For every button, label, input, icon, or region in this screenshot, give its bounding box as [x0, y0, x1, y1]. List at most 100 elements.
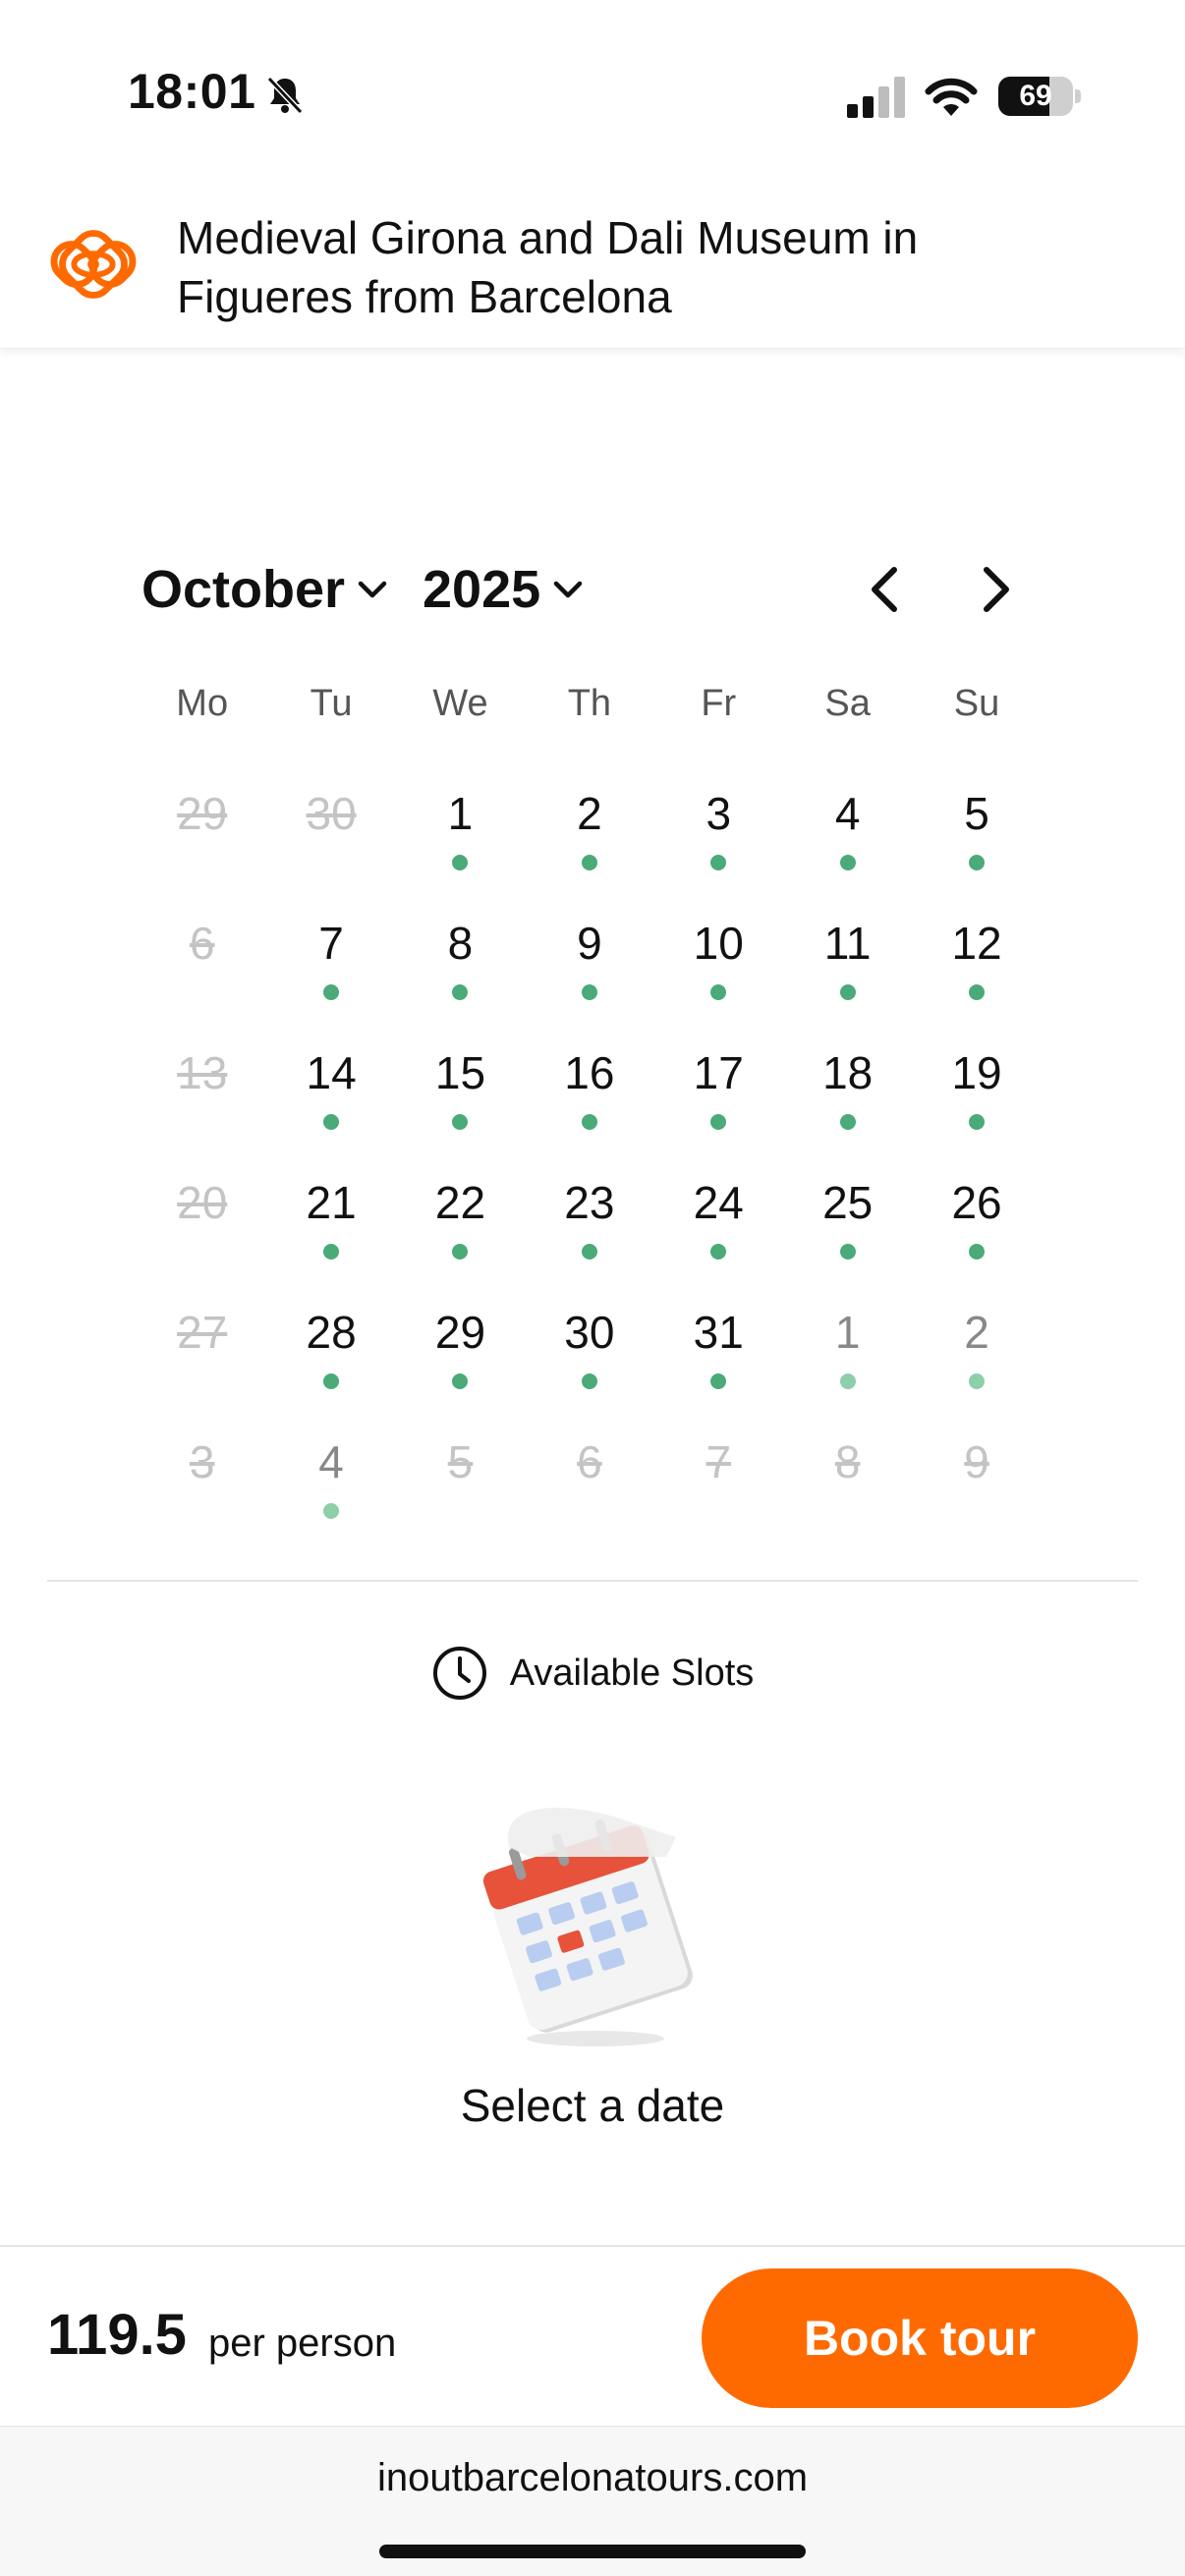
weekday-label: Su [953, 683, 1000, 724]
weekday-label: Th [567, 683, 612, 724]
month-label: October [141, 560, 346, 619]
calendar-day: 9 [912, 1425, 1041, 1554]
calendar-day: 29 [138, 776, 266, 906]
calendar-day: 20 [138, 1165, 266, 1295]
calendar-day[interactable]: 24 [654, 1165, 783, 1295]
calendar-day[interactable]: 8 [396, 906, 525, 1036]
calendar-day[interactable]: 11 [783, 906, 912, 1036]
calendar-day[interactable]: 28 [266, 1295, 395, 1425]
day-number: 26 [951, 1177, 1002, 1228]
calendar-day[interactable]: 15 [396, 1036, 525, 1165]
calendar-day[interactable]: 18 [783, 1036, 912, 1165]
calendar-day[interactable]: 26 [912, 1165, 1041, 1295]
calendar-day[interactable]: 12 [912, 906, 1041, 1036]
day-number: 2 [577, 788, 602, 839]
calendar-day[interactable]: 17 [654, 1036, 783, 1165]
booking-bar: 119.5 per person Book tour [0, 2245, 1185, 2428]
availability-dot [452, 984, 469, 1000]
calendar-day: 27 [138, 1295, 266, 1425]
day-number: 10 [693, 918, 744, 969]
availability-dot [969, 1373, 986, 1389]
year-select[interactable]: 2025 [423, 550, 586, 629]
day-number: 8 [834, 1436, 861, 1487]
availability-dot [710, 855, 727, 870]
calendar-day[interactable]: 31 [654, 1295, 783, 1425]
day-number: 4 [834, 788, 861, 839]
url-text: inoutbarcelonatours.com [376, 2456, 809, 2499]
availability-dot [839, 855, 856, 870]
day-number: 18 [822, 1047, 874, 1098]
day-number: 25 [822, 1177, 874, 1228]
availability-dot [323, 984, 340, 1000]
bell-slash-icon [266, 76, 304, 115]
availability-dot [581, 1114, 597, 1130]
day-number: 20 [177, 1177, 228, 1228]
availability-dot [839, 1244, 856, 1260]
calendar-day[interactable]: 5 [912, 776, 1041, 906]
battery-icon: 69 [998, 77, 1081, 116]
status-time: 18:01 [128, 64, 256, 119]
calendar-day: 30 [266, 776, 395, 906]
calendar-day: 5 [396, 1425, 525, 1554]
calendar-day[interactable]: 3 [654, 776, 783, 906]
calendar-day[interactable]: 29 [396, 1295, 525, 1425]
availability-dot [323, 1373, 340, 1389]
availability-dot [452, 1114, 469, 1130]
calendar-day[interactable]: 1 [396, 776, 525, 906]
calendar-day[interactable]: 21 [266, 1165, 395, 1295]
calendar-day[interactable]: 16 [525, 1036, 653, 1165]
day-number: 7 [318, 918, 344, 969]
calendar-day[interactable]: 4 [266, 1425, 395, 1554]
calendar-day[interactable]: 2 [912, 1295, 1041, 1425]
calendar-day[interactable]: 2 [525, 776, 653, 906]
weekday-header: Mo Tu We Th Fr Sa Su [138, 674, 1042, 733]
calendar-day[interactable]: 19 [912, 1036, 1041, 1165]
day-number: 12 [951, 918, 1002, 969]
availability-dot [452, 855, 469, 870]
home-indicator[interactable] [379, 2545, 806, 2558]
calendar-day[interactable]: 10 [654, 906, 783, 1036]
day-number: 29 [434, 1307, 486, 1358]
previous-month-button[interactable] [857, 560, 916, 619]
status-bar: 18:01 69 [0, 0, 1185, 187]
book-tour-button[interactable]: Book tour [702, 2268, 1138, 2408]
calendar-day[interactable]: 1 [783, 1295, 912, 1425]
calendar-day[interactable]: 4 [783, 776, 912, 906]
next-month-button[interactable] [965, 560, 1024, 619]
calendar-day[interactable]: 25 [783, 1165, 912, 1295]
calendar-day: 13 [138, 1036, 266, 1165]
day-number: 1 [834, 1307, 861, 1358]
day-number: 19 [951, 1047, 1002, 1098]
browser-address-bar[interactable]: inoutbarcelonatours.com [0, 2427, 1185, 2576]
day-number: 31 [693, 1307, 744, 1358]
calendar-day: 3 [138, 1425, 266, 1554]
brand-logo-icon[interactable] [45, 216, 141, 312]
battery-percent: 69 [1019, 80, 1052, 112]
calendar-day[interactable]: 30 [525, 1295, 653, 1425]
day-number: 3 [189, 1436, 215, 1487]
availability-dot [323, 1503, 340, 1519]
calendar-day[interactable]: 14 [266, 1036, 395, 1165]
month-select[interactable]: October [141, 550, 390, 629]
availability-dot [710, 1114, 727, 1130]
weekday-label: Fr [701, 683, 737, 724]
availability-dot [710, 1373, 727, 1389]
day-number: 16 [564, 1047, 615, 1098]
calendar-day[interactable]: 22 [396, 1165, 525, 1295]
calendar-illustration-icon [482, 1808, 693, 2046]
divider [47, 1580, 1138, 1582]
day-number: 30 [306, 788, 357, 839]
calendar-day: 6 [525, 1425, 653, 1554]
wifi-icon [925, 78, 978, 116]
calendar-day[interactable]: 7 [266, 906, 395, 1036]
day-number: 21 [306, 1177, 357, 1228]
price-unit: per person [208, 2322, 397, 2365]
day-number: 9 [964, 1436, 989, 1487]
calendar-day[interactable]: 23 [525, 1165, 653, 1295]
calendar-day[interactable]: 9 [525, 906, 653, 1036]
weekday-label: Mo [176, 683, 229, 724]
day-number: 28 [306, 1307, 357, 1358]
day-number: 6 [189, 918, 215, 969]
day-number: 3 [705, 788, 732, 839]
availability-dot [323, 1114, 340, 1130]
